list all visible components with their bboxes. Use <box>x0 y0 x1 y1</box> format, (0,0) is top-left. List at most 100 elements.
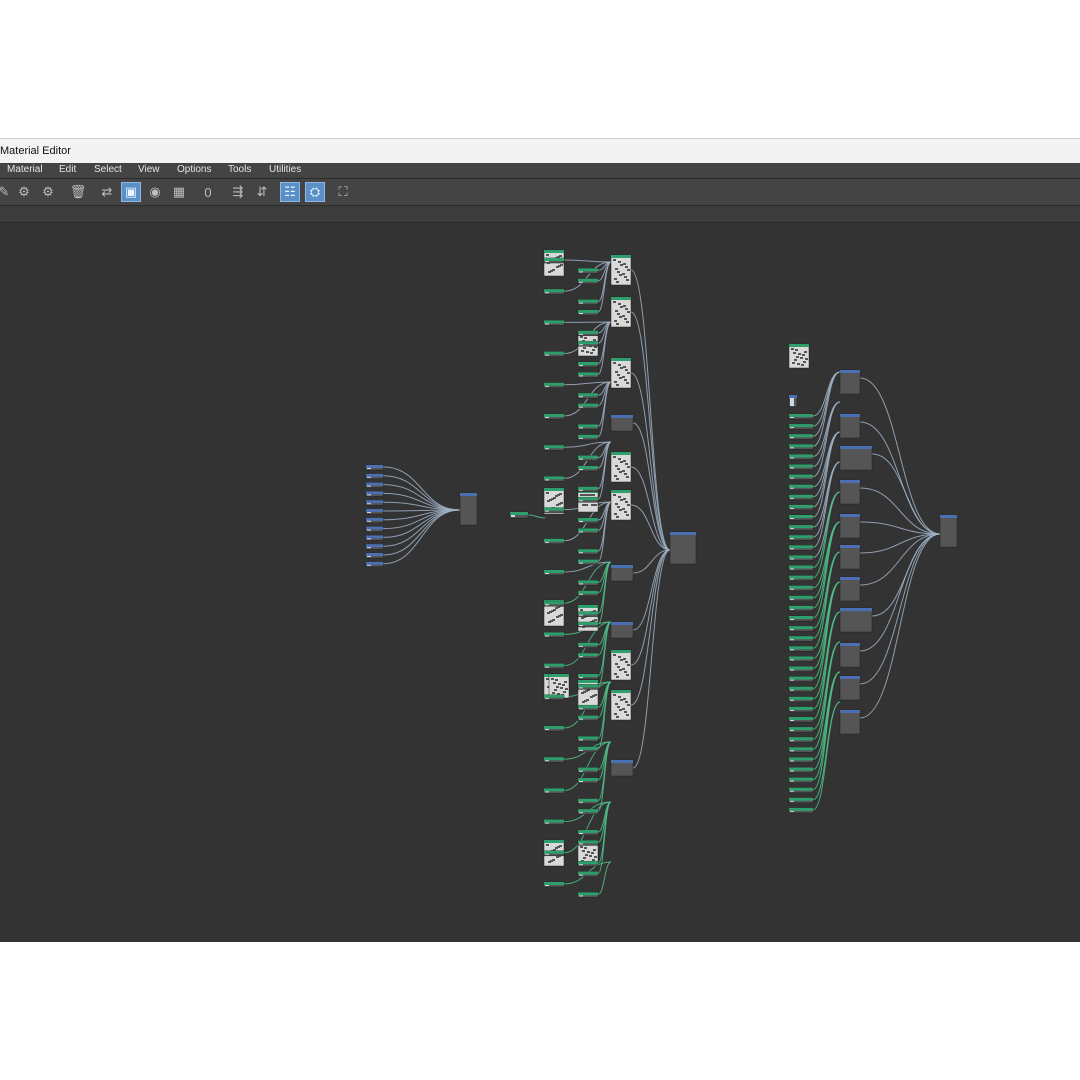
map-node[interactable] <box>577 715 599 721</box>
map-node[interactable] <box>577 330 599 337</box>
material-node[interactable] <box>839 675 861 701</box>
material-node[interactable] <box>365 508 384 515</box>
texture-node[interactable] <box>548 673 570 699</box>
map-node[interactable] <box>577 611 599 617</box>
map-node[interactable] <box>788 676 814 682</box>
map-node[interactable] <box>577 496 599 503</box>
map-node[interactable] <box>788 767 814 773</box>
material-node[interactable] <box>669 531 697 565</box>
map-node[interactable] <box>788 585 814 591</box>
material-node[interactable] <box>839 513 861 539</box>
material-node[interactable] <box>839 445 873 471</box>
texture-node[interactable] <box>610 649 632 681</box>
material-node[interactable] <box>365 482 384 488</box>
material-node[interactable] <box>365 464 384 471</box>
texture-node[interactable] <box>610 296 632 328</box>
menu-options[interactable]: Options <box>177 164 211 175</box>
texture-node[interactable] <box>610 689 632 721</box>
map-node[interactable] <box>577 860 599 867</box>
map-node[interactable] <box>788 726 814 733</box>
map-node[interactable] <box>788 625 814 632</box>
move-children-button[interactable]: ⇄ <box>97 182 117 202</box>
map-node[interactable] <box>788 454 814 460</box>
map-node[interactable] <box>788 524 814 531</box>
map-node[interactable] <box>788 747 814 753</box>
material-node[interactable] <box>839 607 873 633</box>
map-node[interactable] <box>577 455 599 461</box>
menu-tools[interactable]: Tools <box>228 164 251 175</box>
map-node[interactable] <box>543 507 565 513</box>
map-node[interactable] <box>577 424 599 430</box>
menu-view[interactable]: View <box>138 164 160 175</box>
map-node[interactable] <box>577 652 599 659</box>
material-node[interactable] <box>365 552 384 559</box>
map-node[interactable] <box>788 797 814 804</box>
menu-material[interactable]: Material <box>7 164 43 175</box>
map-node[interactable] <box>543 476 565 482</box>
material-node[interactable] <box>839 413 861 439</box>
map-node[interactable] <box>543 850 565 857</box>
material-node[interactable] <box>365 499 384 506</box>
map-node[interactable] <box>577 736 599 742</box>
menu-edit[interactable]: Edit <box>59 164 76 175</box>
map-node[interactable] <box>788 555 814 561</box>
map-node[interactable] <box>577 642 599 649</box>
map-node[interactable] <box>577 268 599 274</box>
map-node[interactable] <box>788 484 814 490</box>
map-node[interactable] <box>543 819 565 825</box>
map-node[interactable] <box>543 600 565 607</box>
map-node[interactable] <box>577 840 599 846</box>
map-node[interactable] <box>577 403 599 409</box>
material-node[interactable] <box>365 526 384 532</box>
map-node[interactable] <box>543 413 565 420</box>
map-node[interactable] <box>577 829 599 836</box>
map-node[interactable] <box>577 892 599 898</box>
map-node[interactable] <box>577 580 599 586</box>
show-map-in-viewport-button[interactable]: ▣ <box>121 182 141 202</box>
map-node[interactable] <box>543 320 565 326</box>
show-shaded-material-button[interactable]: ◉ <box>145 182 165 202</box>
node-graph[interactable] <box>0 223 1080 942</box>
map-node[interactable] <box>788 575 814 581</box>
map-node[interactable] <box>543 756 565 763</box>
map-node[interactable] <box>788 686 814 692</box>
material-node[interactable] <box>365 517 384 524</box>
material-id-button[interactable]: 0 <box>198 182 218 202</box>
material-node[interactable] <box>839 642 861 668</box>
material-node[interactable] <box>839 709 861 735</box>
map-node[interactable] <box>788 433 814 440</box>
assign-material-button[interactable]: ⚙ <box>14 182 34 202</box>
material-node[interactable] <box>459 492 478 526</box>
navigator-button[interactable]: ⛶ <box>333 182 353 202</box>
map-node[interactable] <box>543 694 565 701</box>
map-node[interactable] <box>788 545 814 551</box>
map-node[interactable] <box>577 871 599 877</box>
texture-node[interactable] <box>610 357 632 389</box>
map-node[interactable] <box>543 881 565 888</box>
texture-node[interactable] <box>610 451 632 483</box>
map-node[interactable] <box>577 528 599 534</box>
checker-background-button[interactable]: ▦ <box>169 182 189 202</box>
map-node[interactable] <box>577 361 599 368</box>
map-node[interactable] <box>543 788 565 794</box>
map-node[interactable] <box>577 746 599 753</box>
delete-button[interactable]: 🗑 <box>68 182 88 202</box>
map-node[interactable] <box>788 565 814 571</box>
map-node[interactable] <box>577 621 599 628</box>
node-view-canvas[interactable] <box>0 223 1080 942</box>
map-node[interactable] <box>788 534 814 541</box>
map-node[interactable] <box>788 464 814 470</box>
put-to-scene-button[interactable]: ⚙ <box>38 182 58 202</box>
map-node[interactable] <box>577 808 599 815</box>
material-node[interactable] <box>839 544 861 570</box>
layout-children-button[interactable]: ⇵ <box>252 182 272 202</box>
map-node[interactable] <box>577 704 599 711</box>
map-node[interactable] <box>577 486 599 493</box>
layout-all-button[interactable]: ⇶ <box>228 182 248 202</box>
map-node[interactable] <box>788 423 814 430</box>
map-node[interactable] <box>577 548 599 555</box>
map-node[interactable] <box>543 663 565 669</box>
material-node[interactable] <box>839 369 861 395</box>
map-node[interactable] <box>577 777 599 784</box>
map-node[interactable] <box>577 434 599 441</box>
